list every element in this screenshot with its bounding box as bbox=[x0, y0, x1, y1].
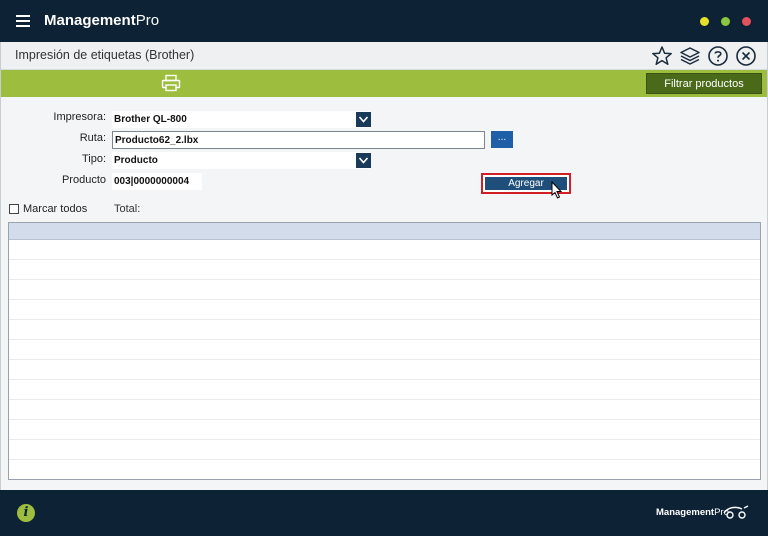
close-dot[interactable] bbox=[742, 17, 751, 26]
brand-logo-icon bbox=[723, 505, 749, 519]
toolbar: Filtrar productos bbox=[1, 70, 767, 97]
total-label: Total: bbox=[114, 203, 141, 215]
printer-dropdown-button[interactable] bbox=[356, 112, 371, 127]
select-all-label[interactable]: Marcar todos bbox=[23, 203, 87, 215]
grid-row-line bbox=[9, 299, 760, 300]
title-bar: ManagementPro bbox=[0, 0, 768, 42]
browse-button[interactable]: ... bbox=[491, 131, 513, 148]
brand-logo-text: ManagementPro bbox=[656, 507, 729, 518]
chevron-down-icon bbox=[358, 157, 369, 164]
grid-row-line bbox=[9, 459, 760, 460]
grid-row-line bbox=[9, 379, 760, 380]
filter-products-button[interactable]: Filtrar productos bbox=[646, 73, 762, 94]
grid-header bbox=[9, 223, 760, 240]
select-all-checkbox[interactable] bbox=[9, 204, 19, 214]
labels-grid[interactable] bbox=[8, 222, 761, 480]
page-title: Impresión de etiquetas (Brother) bbox=[15, 48, 195, 62]
type-dropdown-button[interactable] bbox=[356, 153, 371, 168]
help-icon[interactable] bbox=[707, 45, 729, 67]
printer-label: Impresora: bbox=[53, 111, 106, 123]
grid-row-line bbox=[9, 439, 760, 440]
page-header: Impresión de etiquetas (Brother) bbox=[1, 42, 767, 70]
path-label: Ruta: bbox=[79, 132, 106, 144]
grid-row-line bbox=[9, 419, 760, 420]
layers-icon[interactable] bbox=[679, 45, 701, 67]
grid-row-line bbox=[9, 259, 760, 260]
chevron-down-icon bbox=[358, 116, 369, 123]
app-title: ManagementPro bbox=[44, 12, 160, 29]
maximize-dot[interactable] bbox=[721, 17, 730, 26]
grid-row-line bbox=[9, 399, 760, 400]
type-select[interactable]: Producto bbox=[112, 152, 370, 169]
grid-row-line bbox=[9, 319, 760, 320]
mouse-cursor-icon bbox=[551, 181, 563, 199]
info-icon[interactable]: i bbox=[17, 504, 35, 522]
product-input[interactable]: 003|0000000004 bbox=[112, 173, 202, 190]
product-label: Producto bbox=[61, 174, 106, 186]
grid-row-line bbox=[9, 279, 760, 280]
printer-icon[interactable] bbox=[161, 74, 181, 92]
menu-icon[interactable] bbox=[16, 15, 30, 27]
grid-row-line bbox=[9, 339, 760, 340]
printer-select[interactable]: Brother QL-800 bbox=[112, 111, 370, 128]
grid-row-line bbox=[9, 359, 760, 360]
minimize-dot[interactable] bbox=[700, 17, 709, 26]
footer-bar: i ManagementPro bbox=[0, 490, 768, 536]
star-icon[interactable] bbox=[651, 45, 673, 67]
close-circle-icon[interactable] bbox=[735, 45, 757, 67]
type-label: Tipo: bbox=[81, 153, 106, 165]
path-input[interactable]: Producto62_2.lbx bbox=[112, 131, 485, 149]
